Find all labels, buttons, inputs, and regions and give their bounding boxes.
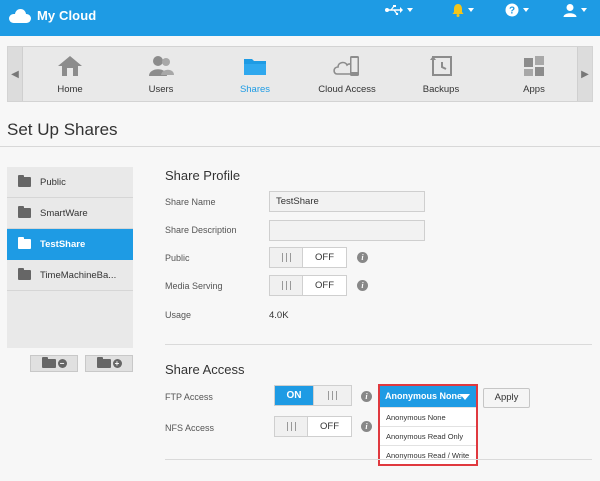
- share-name-input[interactable]: [269, 191, 425, 212]
- cloud-logo-icon: [9, 8, 31, 23]
- chevron-right-icon: ▶: [581, 68, 589, 80]
- dropdown-option-anonymous-read-write[interactable]: Anonymous Read / Write: [380, 445, 476, 464]
- divider: [165, 459, 592, 460]
- share-item-timemachine[interactable]: TimeMachineBa...: [7, 260, 133, 291]
- add-share-button[interactable]: +: [85, 355, 133, 372]
- share-item-smartware[interactable]: SmartWare: [7, 198, 133, 229]
- nav-apps[interactable]: Apps: [487, 47, 581, 101]
- plus-icon: +: [112, 359, 122, 368]
- chevron-down-icon: [407, 8, 413, 12]
- nav-backups-label: Backups: [422, 84, 460, 95]
- nav-backups[interactable]: Backups: [394, 47, 488, 101]
- help-icon: ?: [505, 3, 519, 17]
- nav-apps-label: Apps: [523, 84, 545, 95]
- backups-icon: [430, 56, 452, 76]
- folder-icon: [18, 206, 31, 218]
- svg-text:?: ?: [509, 6, 515, 17]
- divider: [0, 146, 600, 147]
- toggle-grip-icon: [270, 276, 303, 295]
- share-list: Public SmartWare TestShare TimeMachineBa…: [7, 167, 133, 348]
- public-toggle[interactable]: OFF: [269, 247, 347, 268]
- nav-cloud-access-label: Cloud Access: [318, 84, 376, 95]
- share-item-public[interactable]: Public: [7, 167, 133, 198]
- chevron-down-icon: [460, 394, 470, 400]
- home-icon: [58, 56, 82, 76]
- divider: [165, 344, 592, 345]
- nav-home-label: Home: [57, 84, 83, 95]
- chevron-down-icon: [581, 8, 587, 12]
- dropdown-option-anonymous-none[interactable]: Anonymous None: [380, 407, 476, 426]
- nfs-access-toggle[interactable]: OFF: [274, 416, 352, 437]
- usb-menu[interactable]: [385, 0, 413, 20]
- users-icon: [149, 56, 174, 76]
- share-name-label: Share Name: [165, 197, 216, 207]
- media-serving-toggle[interactable]: OFF: [269, 275, 347, 296]
- folder-icon: [41, 357, 56, 368]
- usage-value: 4.0K: [269, 310, 289, 321]
- remove-share-button[interactable]: −: [30, 355, 78, 372]
- minus-icon: −: [57, 359, 67, 368]
- nav-shares-label: Shares: [239, 84, 271, 95]
- info-icon[interactable]: i: [357, 252, 368, 263]
- media-serving-label: Media Serving: [165, 281, 223, 291]
- share-item-label: SmartWare: [40, 207, 88, 219]
- ftp-access-toggle[interactable]: ON: [274, 385, 352, 406]
- share-access-title: Share Access: [165, 362, 245, 377]
- dropdown-selected[interactable]: Anonymous None: [380, 386, 476, 407]
- ftp-access-toggle-state: ON: [275, 386, 313, 405]
- share-item-label: TestShare: [40, 238, 86, 250]
- share-description-input[interactable]: [269, 220, 425, 241]
- apply-button[interactable]: Apply: [483, 388, 530, 408]
- toggle-grip-icon: [275, 417, 308, 436]
- nfs-access-label: NFS Access: [165, 423, 215, 433]
- chevron-down-icon: [523, 8, 529, 12]
- notifications-menu[interactable]: [452, 0, 474, 20]
- folder-icon: [18, 237, 31, 249]
- folder-icon: [18, 175, 31, 187]
- chevron-left-icon: ◀: [11, 68, 19, 80]
- cloud-access-icon: [333, 56, 359, 76]
- toggle-grip-icon: [313, 386, 351, 405]
- info-icon[interactable]: i: [361, 391, 372, 402]
- dropdown-option-anonymous-read-only[interactable]: Anonymous Read Only: [380, 426, 476, 445]
- info-icon[interactable]: i: [361, 421, 372, 432]
- folder-icon: [18, 268, 31, 280]
- info-icon[interactable]: i: [357, 280, 368, 291]
- nav-scroll-right[interactable]: ▶: [577, 47, 592, 101]
- shares-folder-icon: [244, 59, 266, 75]
- main-nav: ◀ Home Users Shares Cloud Access Backups…: [7, 46, 593, 102]
- page-title: Set Up Shares: [7, 120, 118, 139]
- user-menu[interactable]: [563, 0, 587, 20]
- nav-scroll-left[interactable]: ◀: [8, 47, 23, 101]
- nav-users[interactable]: Users: [114, 47, 208, 101]
- brand-name: My Cloud: [37, 8, 97, 23]
- toggle-grip-icon: [270, 248, 303, 267]
- chevron-down-icon: [468, 8, 474, 12]
- share-description-label: Share Description: [165, 225, 237, 235]
- usb-icon: [385, 5, 403, 15]
- public-label: Public: [165, 253, 190, 263]
- media-serving-toggle-state: OFF: [315, 280, 334, 291]
- ftp-access-label: FTP Access: [165, 392, 213, 402]
- nav-home[interactable]: Home: [23, 47, 117, 101]
- nav-cloud-access[interactable]: Cloud Access: [300, 47, 394, 101]
- dropdown-selected-label: Anonymous None: [385, 391, 463, 401]
- nav-users-label: Users: [148, 84, 174, 95]
- ftp-access-dropdown[interactable]: Anonymous None Anonymous None Anonymous …: [378, 384, 478, 466]
- folder-icon: [96, 357, 111, 368]
- share-profile-title: Share Profile: [165, 168, 241, 183]
- user-icon: [563, 4, 577, 17]
- apps-icon: [524, 56, 544, 76]
- brand[interactable]: My Cloud: [9, 8, 96, 23]
- public-toggle-state: OFF: [315, 252, 334, 263]
- share-item-label: Public: [40, 176, 66, 188]
- bell-icon: [452, 4, 464, 17]
- help-menu[interactable]: ?: [505, 0, 529, 20]
- nav-shares[interactable]: Shares: [208, 47, 302, 101]
- nfs-access-toggle-state: OFF: [320, 421, 339, 432]
- share-item-testshare[interactable]: TestShare: [7, 229, 133, 260]
- top-bar: My Cloud ?: [0, 0, 600, 36]
- share-item-label: TimeMachineBa...: [40, 269, 117, 281]
- usage-label: Usage: [165, 310, 192, 320]
